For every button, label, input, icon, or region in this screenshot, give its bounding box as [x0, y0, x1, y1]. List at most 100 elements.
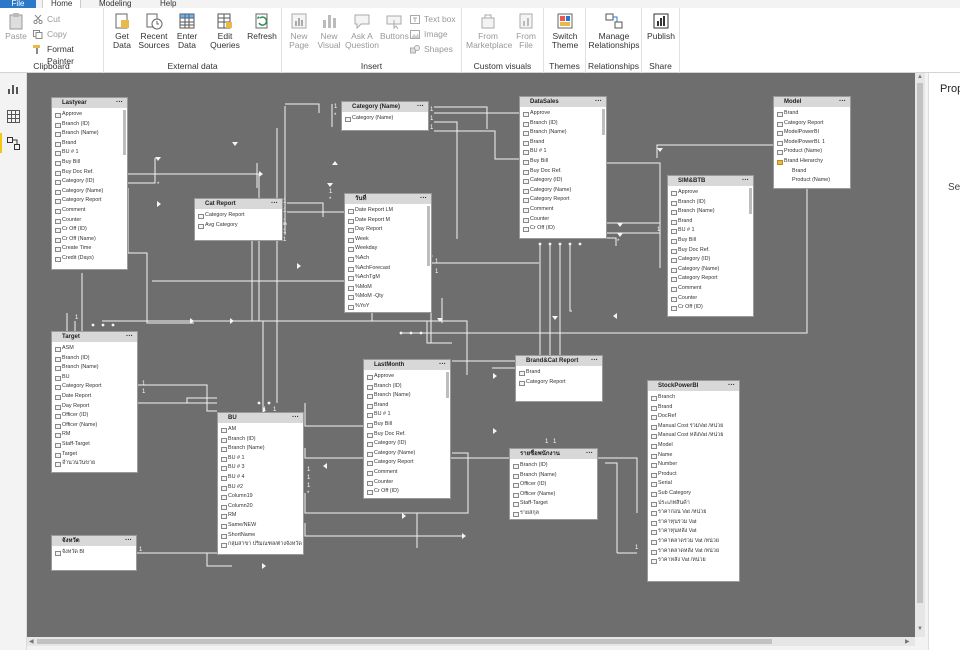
field[interactable]: Branch (ID)	[218, 435, 303, 445]
field[interactable]: Brand	[520, 138, 606, 148]
more-options-icon[interactable]: ···	[271, 199, 278, 209]
field[interactable]: Target	[52, 450, 137, 460]
copy-button[interactable]: Copy	[33, 28, 67, 40]
more-options-icon[interactable]: ···	[591, 356, 598, 366]
field[interactable]: Staff-Target	[52, 440, 137, 450]
field[interactable]: Date Report	[52, 392, 137, 402]
table-lastmonth[interactable]: LastMonth ··· Approve Branch (ID) Branch (N…	[363, 359, 451, 499]
field[interactable]: Week	[345, 235, 431, 245]
field[interactable]: Officer (ID)	[510, 480, 597, 490]
paste-button[interactable]: Paste	[4, 12, 28, 41]
table-scrollbar[interactable]	[749, 188, 752, 214]
field[interactable]: ราคาตลาดหลัง Vat /หน่วย	[648, 547, 739, 557]
table-date[interactable]: วันที่ ··· Date Report LM Date Report M Day…	[344, 193, 432, 313]
field[interactable]: Brand	[364, 401, 450, 411]
recent-sources-button[interactable]: Recent Sources	[138, 12, 170, 50]
table-province[interactable]: จังหวัด ··· จังหวัด BI	[51, 535, 137, 571]
field[interactable]: Cr Off (Name)	[52, 235, 127, 245]
field[interactable]: Category Report	[520, 195, 606, 205]
field[interactable]: DocRef	[648, 412, 739, 422]
field[interactable]: Sub Category	[648, 489, 739, 499]
field[interactable]: ประเภทสินค้า	[648, 499, 739, 509]
field[interactable]: Buy Doc Ref.	[668, 246, 753, 256]
field[interactable]: Name	[648, 451, 739, 461]
field[interactable]: Brand	[52, 139, 127, 149]
table-scrollbar[interactable]	[602, 109, 605, 135]
field[interactable]: Cr Off (ID)	[52, 225, 127, 235]
field[interactable]: %MoM	[345, 283, 431, 293]
table-scrollbar[interactable]	[427, 206, 430, 266]
field[interactable]: Category (Name)	[342, 114, 428, 124]
field[interactable]: Category (ID)	[52, 177, 127, 187]
field[interactable]: Branch (ID)	[520, 119, 606, 129]
refresh-button[interactable]: Refresh	[247, 12, 277, 41]
field[interactable]: Brand	[668, 217, 753, 227]
canvas-vertical-scrollbar[interactable]: ▲ ▼	[915, 73, 925, 637]
field[interactable]: Category (Name)	[364, 449, 450, 459]
table-cat-report[interactable]: Cat Report ··· Category Report Avg Categor…	[194, 198, 283, 241]
table-sim-btb[interactable]: SIM&BTB ··· Approve Branch (ID) Branch (Nam…	[667, 175, 754, 317]
field[interactable]: %Ach	[345, 254, 431, 264]
field[interactable]: Weekday	[345, 244, 431, 254]
field[interactable]: Manual Cost หลังVat /หน่วย	[648, 431, 739, 441]
table-datasales[interactable]: DataSales ··· Approve Branch (ID) Branch (N…	[519, 96, 607, 239]
text-box-button[interactable]: Text box	[410, 13, 456, 25]
from-file-button[interactable]: From File	[512, 12, 540, 50]
field[interactable]: ราคาก่อน Vat /หน่วย	[648, 508, 739, 518]
manage-relationships-button[interactable]: Manage Relationships	[588, 12, 640, 50]
scroll-down-icon[interactable]: ▼	[917, 626, 923, 632]
field[interactable]: Category Report	[668, 274, 753, 284]
data-view-icon[interactable]	[7, 110, 20, 123]
more-options-icon[interactable]: ···	[839, 97, 846, 107]
field[interactable]: BU # 1	[218, 454, 303, 464]
field[interactable]: Brand	[648, 403, 739, 413]
field[interactable]: Brand	[774, 109, 850, 119]
field[interactable]: %AchForecast	[345, 264, 431, 274]
field[interactable]: Column19	[218, 492, 303, 502]
field[interactable]: BU	[52, 373, 137, 383]
more-options-icon[interactable]: ···	[742, 176, 749, 186]
field[interactable]: AM	[218, 425, 303, 435]
field[interactable]: Day Report	[52, 402, 137, 412]
tab-help[interactable]: Help	[160, 0, 176, 8]
field[interactable]: Branch (ID)	[510, 461, 597, 471]
new-page-button[interactable]: New Page	[286, 12, 312, 50]
field[interactable]: Buy Bill	[52, 158, 127, 168]
field[interactable]: Officer (ID)	[52, 411, 137, 421]
get-data-button[interactable]: Get Data	[108, 12, 136, 50]
buttons-button[interactable]: Buttons	[380, 12, 409, 41]
field[interactable]: RM	[218, 511, 303, 521]
field[interactable]: ModelPowerBI. 1	[774, 138, 850, 148]
more-options-icon[interactable]: ···	[292, 413, 299, 423]
field[interactable]: Category (ID)	[364, 439, 450, 449]
field[interactable]: Branch	[648, 393, 739, 403]
more-options-icon[interactable]: ···	[586, 449, 593, 459]
field[interactable]: Product (Name)	[774, 147, 850, 157]
tab-file[interactable]: File	[0, 0, 36, 8]
new-visual-button[interactable]: New Visual	[316, 12, 342, 50]
table-brand-cat-report[interactable]: Brand&Cat Report ··· Brand Category Report	[515, 355, 603, 402]
hierarchy-field[interactable]: Brand Hierarchy	[774, 157, 850, 167]
scroll-right-icon[interactable]: ▶	[905, 638, 910, 645]
field[interactable]: Category Report	[195, 211, 282, 221]
field[interactable]: กลุ่มสาขา ปริมณฑล/ต่างจังหวัด	[218, 540, 303, 550]
field[interactable]: Branch (Name)	[218, 444, 303, 454]
field[interactable]: RM	[52, 430, 137, 440]
field[interactable]: Serial	[648, 479, 739, 489]
more-options-icon[interactable]: ···	[439, 360, 446, 370]
field[interactable]: Buy Doc Ref.	[52, 168, 127, 178]
edit-queries-button[interactable]: Edit Queries	[208, 12, 242, 50]
table-category-name[interactable]: Category (Name) ··· Category (Name)	[341, 101, 429, 131]
hierarchy-level[interactable]: Product (Name)	[774, 176, 850, 186]
field[interactable]: Create Time	[52, 244, 127, 254]
field[interactable]: BU # 4	[218, 473, 303, 483]
field[interactable]: จังหวัด BI	[52, 548, 136, 558]
model-view-icon[interactable]	[7, 137, 20, 150]
field[interactable]: Branch (Name)	[52, 129, 127, 139]
field[interactable]: Avg Category	[195, 221, 282, 231]
field[interactable]: BU # 1	[520, 147, 606, 157]
scrollbar-thumb[interactable]	[917, 83, 923, 603]
field[interactable]: ASM	[52, 344, 137, 354]
table-scrollbar[interactable]	[446, 372, 449, 398]
table-employee-list[interactable]: รายชื่อพนักงาน ··· Branch (ID) Branch (Nam…	[509, 448, 598, 520]
